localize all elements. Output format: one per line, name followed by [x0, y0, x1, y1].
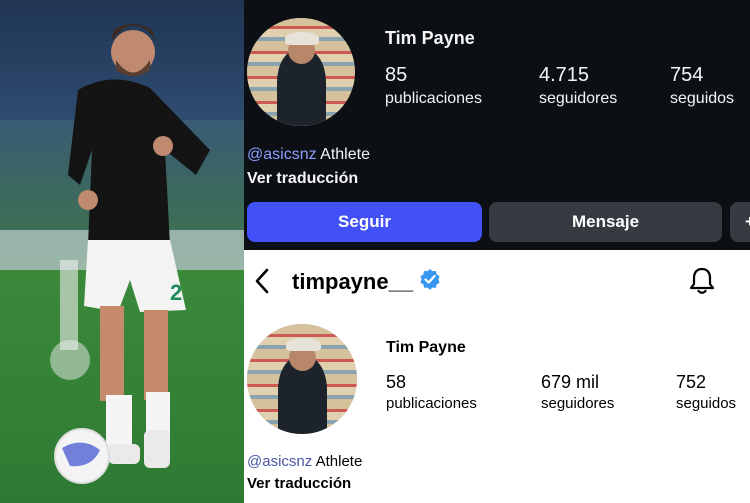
followers-label[interactable]: seguidores [541, 395, 614, 412]
translate-link[interactable]: Ver traducción [247, 475, 351, 492]
following-label[interactable]: seguidos [670, 90, 734, 108]
profile-dark: Tim Payne 85 publicaciones 4.715 seguido… [244, 0, 750, 250]
player-figure: 2 [50, 24, 210, 484]
message-button[interactable]: Mensaje [489, 202, 722, 242]
posts-count: 85 [385, 64, 408, 86]
chevron-left-icon[interactable] [254, 268, 270, 299]
profile-avatar[interactable] [247, 324, 357, 434]
following-count[interactable]: 752 [676, 372, 706, 393]
posts-count: 58 [386, 372, 407, 392]
following-label[interactable]: seguidos [676, 395, 736, 412]
suggested-button[interactable]: + [730, 202, 750, 242]
profile-name: Tim Payne [386, 339, 466, 356]
followers-count[interactable]: 4.715 [539, 64, 589, 87]
profile-name: Tim Payne [385, 28, 475, 48]
bio: @asicsnz Athlete [247, 146, 370, 164]
followers-count[interactable]: 679 mil [541, 372, 599, 393]
followers-label[interactable]: seguidores [539, 90, 617, 108]
bio: @asicsnz Athlete [247, 453, 362, 470]
profile-username: timpayne__ [292, 268, 441, 296]
profile-light: timpayne__ Tim Payne 58 publicaciones 67… [244, 250, 750, 503]
verified-badge-icon [419, 268, 441, 296]
posts-label: publicaciones [386, 395, 477, 412]
following-count[interactable]: 754 [670, 64, 703, 87]
profile-avatar[interactable] [247, 18, 355, 126]
username-text: timpayne__ [292, 269, 414, 294]
posts-label: publicaciones [385, 90, 482, 107]
follow-button[interactable]: Seguir [247, 202, 482, 242]
bio-mention-link[interactable]: @asicsnz [247, 146, 317, 163]
bio-mention-link[interactable]: @asicsnz [247, 453, 312, 470]
player-photo: 2 [0, 0, 244, 503]
bio-text: Athlete [315, 453, 363, 470]
svg-text:2: 2 [170, 280, 182, 305]
bell-icon[interactable] [688, 266, 716, 301]
bio-text: Athlete [320, 146, 370, 163]
translate-link[interactable]: Ver traducción [247, 170, 358, 188]
add-person-icon: + [745, 212, 750, 232]
